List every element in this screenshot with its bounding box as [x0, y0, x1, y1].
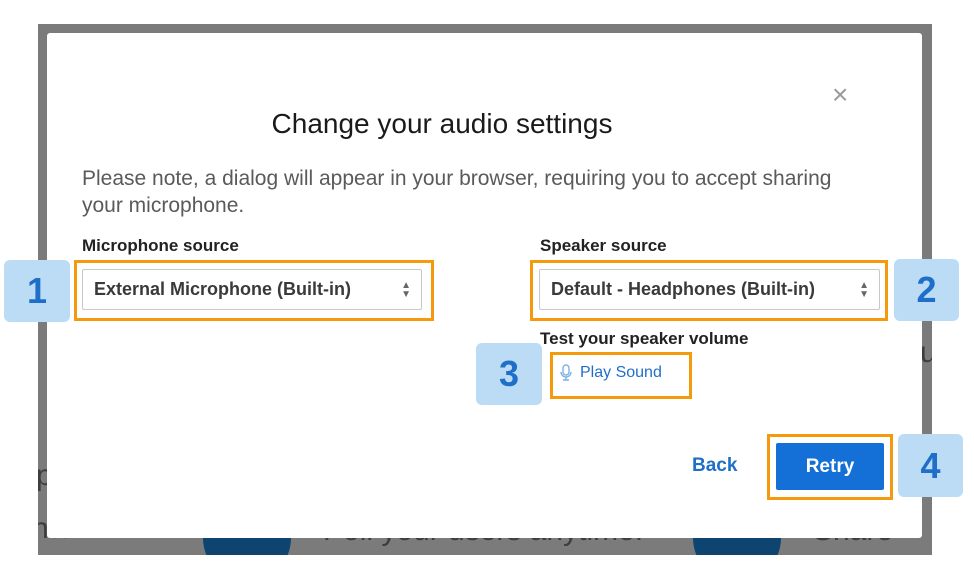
close-icon[interactable]: × [832, 81, 848, 109]
callout-badge-4: 4 [898, 434, 963, 497]
highlight-box-2 [530, 260, 888, 321]
dialog-title: Change your audio settings [271, 108, 613, 139]
permission-note: Please note, a dialog will appear in you… [82, 167, 832, 217]
highlight-box-4 [767, 434, 893, 500]
back-button[interactable]: Back [692, 455, 737, 477]
microphone-source-label: Microphone source [82, 236, 239, 255]
callout-badge-2: 2 [894, 259, 959, 321]
highlight-box-1 [74, 260, 434, 321]
highlight-box-3 [550, 352, 692, 399]
callout-badge-3: 3 [476, 343, 542, 405]
test-volume-label: Test your speaker volume [540, 329, 749, 348]
speaker-source-label: Speaker source [540, 236, 667, 255]
callout-badge-1: 1 [4, 260, 70, 322]
